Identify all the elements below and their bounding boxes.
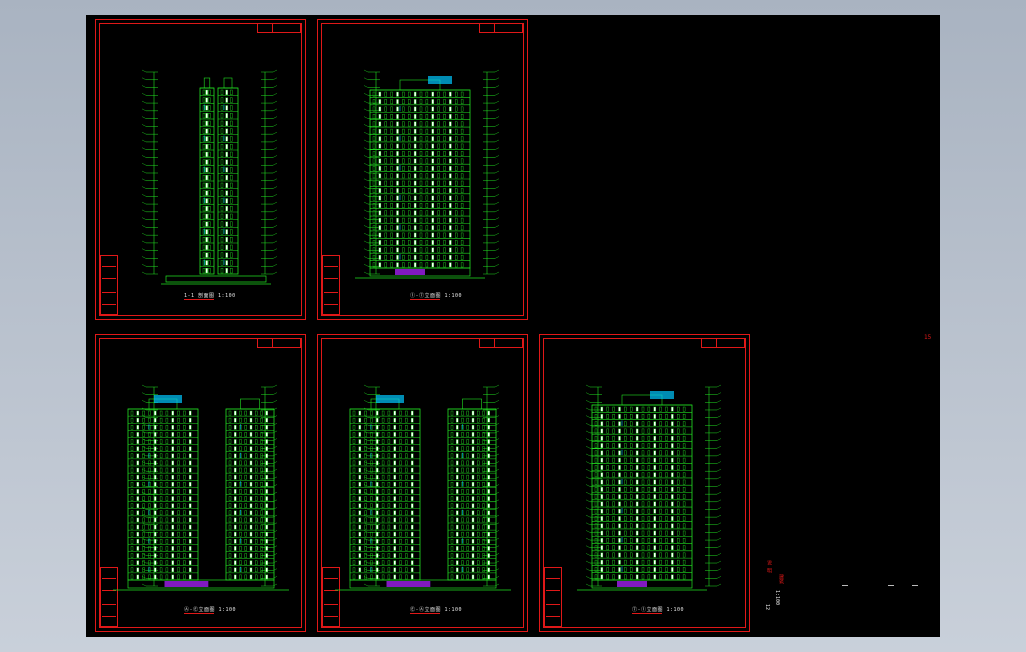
elevation-drawing bbox=[577, 384, 722, 591]
sheet-elevation-side-b[interactable]: Ⓔ-Ⓐ立面图 1:100 bbox=[317, 334, 528, 632]
stray-marks bbox=[842, 585, 922, 587]
elevation-drawing bbox=[113, 384, 289, 591]
elevation-drawing bbox=[335, 384, 511, 591]
sheet-elevation-front[interactable]: ①-⑦立面图 1:100 bbox=[317, 19, 528, 320]
legend-note: 12 bbox=[764, 604, 770, 611]
sheet-caption: ⑦-①立面图 1:100 bbox=[632, 607, 685, 613]
section-drawing bbox=[141, 69, 278, 285]
sheet-elevation-rear[interactable]: ⑦-①立面图 1:100 bbox=[539, 334, 750, 632]
sheet-caption: Ⓐ-Ⓔ立面图 1:100 bbox=[184, 607, 237, 613]
sheet-section[interactable]: 1-1 剖面图 1:100 bbox=[95, 19, 306, 320]
sheet-elevation-side-a[interactable]: Ⓐ-Ⓔ立面图 1:100 bbox=[95, 334, 306, 632]
legend-note: 建筑 bbox=[778, 574, 784, 584]
sheet-caption: ①-⑦立面图 1:100 bbox=[410, 293, 463, 299]
legend-block: 说 明 1:100 12 建筑 bbox=[764, 560, 786, 630]
caption-underline bbox=[410, 299, 440, 300]
drawing-canvas[interactable]: 1-1 剖面图 1:100 ①-⑦立面图 1:100 Ⓐ-Ⓔ立面图 1:100 … bbox=[86, 15, 940, 637]
caption-underline bbox=[184, 613, 214, 614]
caption-underline bbox=[184, 299, 214, 300]
legend-note: 1:100 bbox=[774, 590, 780, 606]
sheet-number-label: 15 bbox=[924, 334, 932, 341]
elevation-drawing bbox=[355, 69, 500, 279]
sheet-caption: 1-1 剖面图 1:100 bbox=[184, 293, 236, 299]
sheet-caption: Ⓔ-Ⓐ立面图 1:100 bbox=[410, 607, 463, 613]
caption-underline bbox=[410, 613, 440, 614]
caption-underline bbox=[632, 613, 662, 614]
legend-heading: 说 明 bbox=[766, 560, 772, 574]
